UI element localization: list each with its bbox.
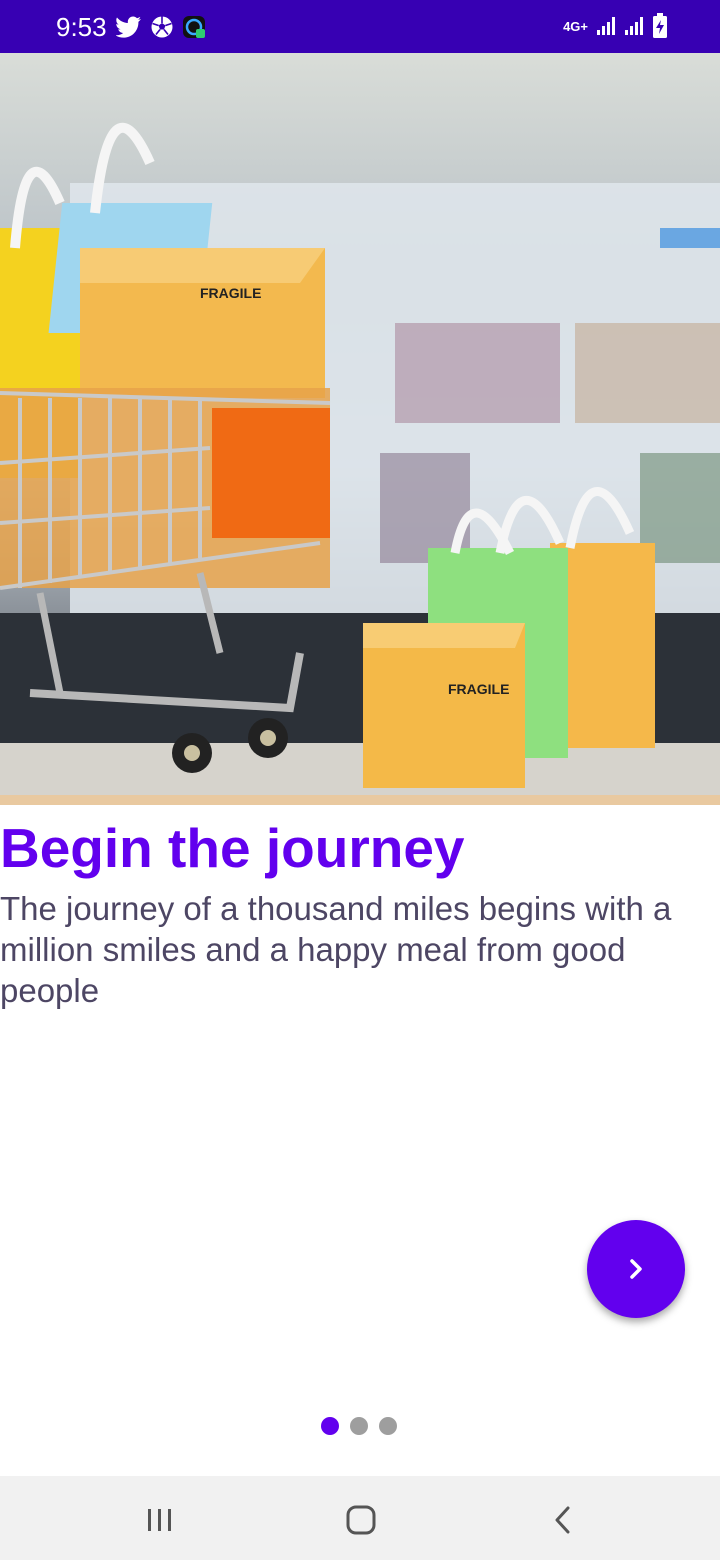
- recent-apps-icon: [148, 1509, 171, 1531]
- twitter-icon: [116, 16, 141, 38]
- chevron-right-icon: [630, 1259, 642, 1279]
- page-dot[interactable]: [379, 1417, 397, 1435]
- network-type: 4G+: [563, 18, 588, 34]
- onboarding-description: The journey of a thousand miles begins w…: [0, 890, 672, 1009]
- navigation-bar: [0, 1476, 720, 1560]
- fragile-label: FRAGILE: [448, 681, 509, 697]
- soccer-ball-icon: [151, 16, 173, 38]
- onboarding-hero-image: FRAGILE FRAGILE: [0, 53, 720, 805]
- page-dot-active[interactable]: [321, 1417, 339, 1435]
- status-time: 9:53: [56, 12, 107, 42]
- fragile-label: FRAGILE: [200, 285, 261, 301]
- signal-icon: [625, 17, 643, 35]
- home-icon: [346, 1505, 376, 1535]
- recent-apps-button[interactable]: [138, 1498, 182, 1542]
- onboarding-title: Begin the journey: [0, 817, 465, 879]
- home-button[interactable]: [339, 1498, 383, 1542]
- notification-icons: [116, 14, 206, 40]
- back-button[interactable]: [541, 1498, 585, 1542]
- next-button[interactable]: [587, 1220, 685, 1318]
- page-dot[interactable]: [350, 1417, 368, 1435]
- shopping-illustration: FRAGILE FRAGILE: [0, 123, 720, 805]
- signal-icon: [597, 17, 615, 35]
- battery-charging-icon: [653, 13, 667, 38]
- status-bar: 9:53 4G+: [0, 0, 720, 53]
- page-indicator: [321, 1417, 397, 1435]
- back-icon: [555, 1506, 570, 1534]
- app-notification-icon: [183, 16, 205, 38]
- system-status-icons: 4G+: [563, 12, 668, 40]
